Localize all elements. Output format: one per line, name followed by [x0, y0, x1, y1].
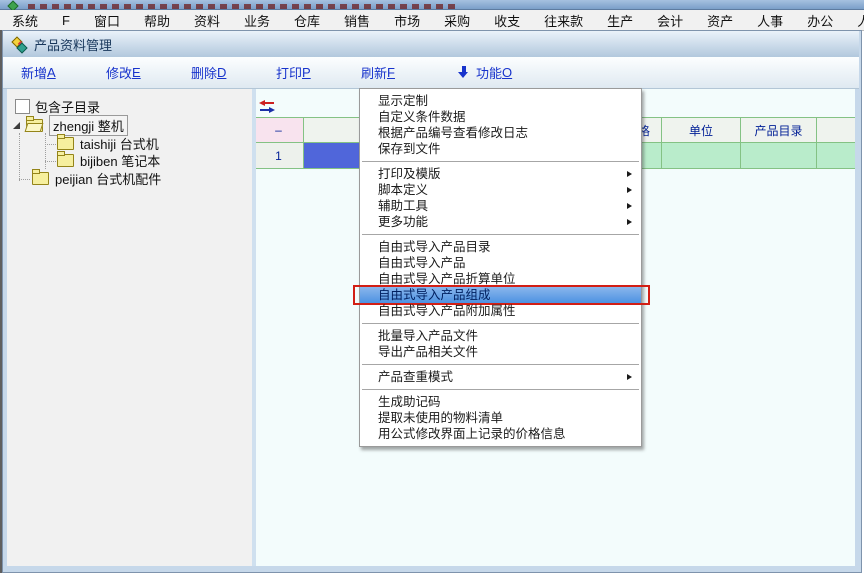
menu-item-aux-tools[interactable]: 辅助工具 — [360, 198, 641, 214]
menu-item-duplicate-check-mode[interactable]: 产品查重模式 — [360, 369, 641, 385]
submenu-arrow-icon — [627, 171, 632, 177]
menu-item-free-import-catalog[interactable]: 自由式导入产品目录 — [360, 239, 641, 255]
menu-production[interactable]: 生产 — [595, 11, 645, 30]
menu-purchase[interactable]: 采购 — [432, 11, 482, 30]
menu-f[interactable]: F — [50, 13, 82, 28]
menu-accounts[interactable]: 往来款 — [532, 11, 595, 30]
tree-connector-line — [45, 144, 56, 145]
menu-item-display-customize[interactable]: 显示定制 — [360, 93, 641, 109]
menu-separator — [362, 323, 639, 324]
tree-node-bijiben[interactable]: bijiben 笔记本 — [57, 152, 160, 169]
menu-item-formula-modify-prices[interactable]: 用公式修改界面上记录的价格信息 — [360, 426, 641, 442]
tree-connector-line — [19, 179, 30, 180]
folder-icon — [32, 172, 49, 185]
menu-item-generate-mnemonic-code[interactable]: 生成助记码 — [360, 394, 641, 410]
column-header-catalog[interactable]: 产品目录 — [741, 118, 817, 143]
add-button[interactable]: 新增A — [21, 63, 88, 82]
menu-hr-affairs[interactable]: 人事 — [745, 11, 795, 30]
menu-item-free-import-conversion-units[interactable]: 自由式导入产品折算单位 — [360, 271, 641, 287]
main-menubar: 系统 F 窗口 帮助 资料 业务 仓库 销售 市场 采购 收支 往来款 生产 会… — [0, 10, 864, 31]
swap-columns-icon[interactable] — [259, 100, 275, 113]
menu-business[interactable]: 业务 — [232, 11, 282, 30]
refresh-button[interactable]: 刷新F — [361, 63, 428, 82]
menu-window[interactable]: 窗口 — [82, 11, 132, 30]
column-header-unit[interactable]: 单位 — [662, 118, 741, 143]
menu-accounting[interactable]: 会计 — [645, 11, 695, 30]
submenu-arrow-icon — [627, 203, 632, 209]
table-cell[interactable] — [662, 143, 741, 169]
menu-office[interactable]: 办公 — [795, 11, 845, 30]
include-subfolders-checkbox[interactable] — [15, 99, 30, 114]
menu-help[interactable]: 帮助 — [132, 11, 182, 30]
open-folder-icon — [26, 119, 43, 132]
menu-system[interactable]: 系统 — [0, 11, 50, 30]
menu-market[interactable]: 市场 — [382, 11, 432, 30]
table-cell[interactable] — [817, 143, 855, 169]
menu-item-save-to-file[interactable]: 保存到文件 — [360, 141, 641, 157]
folder-icon — [57, 154, 74, 167]
edit-button[interactable]: 修改E — [106, 63, 173, 82]
menu-item-free-import-extra-attrs[interactable]: 自由式导入产品附加属性 — [360, 303, 641, 319]
tree-node-label: bijiben 笔记本 — [80, 151, 160, 170]
clipped-title-text — [28, 4, 458, 9]
category-sidebar: 包含子目录 zhengji 整机 taishiji 台式机 bijiben 笔记… — [7, 89, 252, 566]
product-data-icon — [12, 37, 28, 52]
panel-caption: 产品资料管理 — [3, 31, 859, 57]
functions-menu: 显示定制 自定义条件数据 根据产品编号查看修改日志 保存到文件 打印及模版 脚本… — [359, 88, 642, 447]
row-number-cell[interactable]: 1 — [256, 143, 304, 169]
tree-node-peijian[interactable]: peijian 台式机配件 — [32, 170, 161, 187]
menu-item-script-define[interactable]: 脚本定义 — [360, 182, 641, 198]
window-titlebar — [0, 0, 864, 10]
menu-item-view-change-log[interactable]: 根据产品编号查看修改日志 — [360, 125, 641, 141]
action-toolbar: 新增A 修改E 删除D 打印P 刷新F 功能O — [3, 57, 859, 89]
menu-separator — [362, 364, 639, 365]
menu-item-extract-unused-materials[interactable]: 提取未使用的物料清单 — [360, 410, 641, 426]
menu-hr[interactable]: 人资 — [845, 11, 864, 30]
menu-item-print-templates[interactable]: 打印及模版 — [360, 166, 641, 182]
tree-connector-line — [19, 133, 20, 181]
menu-item-free-import-composition[interactable]: 自由式导入产品组成 — [360, 287, 641, 303]
menu-data[interactable]: 资料 — [182, 11, 232, 30]
tree-connector-line — [45, 161, 56, 162]
column-header-nature[interactable]: 性质 — [817, 118, 855, 143]
tree-node-label: zhengji 整机 — [49, 115, 128, 136]
tree-connector-line — [45, 133, 46, 169]
print-button[interactable]: 打印P — [276, 63, 343, 82]
menu-separator — [362, 389, 639, 390]
menu-separator — [362, 234, 639, 235]
menu-item-more-functions[interactable]: 更多功能 — [360, 214, 641, 230]
menu-item-batch-import-files[interactable]: 批量导入产品文件 — [360, 328, 641, 344]
menu-item-free-import-products[interactable]: 自由式导入产品 — [360, 255, 641, 271]
delete-button[interactable]: 删除D — [191, 63, 258, 82]
tree-node-taishiji[interactable]: taishiji 台式机 — [57, 135, 159, 152]
menu-sales[interactable]: 销售 — [332, 11, 382, 30]
menu-assets[interactable]: 资产 — [695, 11, 745, 30]
functions-button[interactable]: 功能O — [458, 63, 512, 82]
include-subfolders-row: 包含子目录 — [15, 97, 100, 116]
expand-collapse-icon[interactable] — [13, 122, 20, 129]
panel-title: 产品资料管理 — [34, 35, 112, 54]
menu-item-export-related-files[interactable]: 导出产品相关文件 — [360, 344, 641, 360]
submenu-arrow-icon — [627, 374, 632, 380]
menu-warehouse[interactable]: 仓库 — [282, 11, 332, 30]
submenu-arrow-icon — [627, 187, 632, 193]
table-cell[interactable] — [741, 143, 817, 169]
menu-item-custom-condition-data[interactable]: 自定义条件数据 — [360, 109, 641, 125]
folder-icon — [57, 137, 74, 150]
down-arrow-icon — [458, 66, 469, 79]
include-subfolders-label: 包含子目录 — [35, 97, 100, 116]
tree-node-label: peijian 台式机配件 — [55, 169, 161, 188]
menu-income-expense[interactable]: 收支 — [482, 11, 532, 30]
table-corner-cell[interactable]: – — [256, 118, 304, 143]
submenu-arrow-icon — [627, 219, 632, 225]
menu-separator — [362, 161, 639, 162]
tree-node-zhengji[interactable]: zhengji 整机 — [13, 117, 128, 134]
